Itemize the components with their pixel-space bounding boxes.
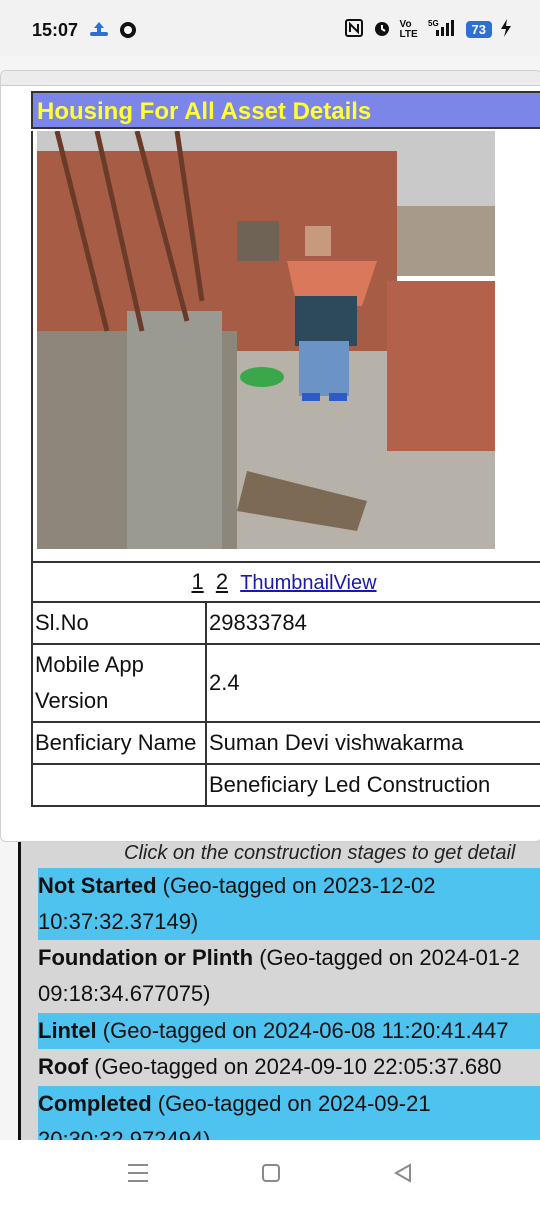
stage-detail: (Geo-tagged on 2023-12-02 [156,873,436,898]
battery-indicator: 73 [465,21,492,38]
row-value: 29833784 [205,601,540,645]
svg-text:5G: 5G [428,19,439,28]
construction-site-photo[interactable] [37,131,495,549]
row-value: Suman Devi vishwakarma [205,721,540,765]
table-row: Benficiary Name Suman Devi vishwakarma [31,721,540,765]
row-label: Benficiary Name [31,721,207,765]
stage-not-started[interactable]: Not Started (Geo-tagged on 2023-12-02 10… [38,868,540,940]
row-label: Mobile App Version [31,643,207,723]
thumbnail-view-link[interactable]: ThumbnailView [240,572,376,594]
stage-detail: (Geo-tagged on 2024-09-21 [151,1091,431,1116]
page-link-1[interactable]: 1 [191,569,203,594]
panel-title: Housing For All Asset Details [31,91,540,129]
photo-frame [31,131,540,561]
status-time: 15:07 [32,20,79,40]
page-edge [18,835,21,1140]
table-row: Beneficiary Led Construction [31,763,540,807]
volte-icon: Vo LTE [399,18,418,40]
status-bar: 15:07 Vo LTE 5G 73 [0,0,540,56]
stage-detail: (Geo-tagged on 2024-06-08 11:20:41.447 [96,1018,509,1043]
recents-icon[interactable] [126,1162,150,1191]
details-table: 1 2 ThumbnailView Sl.No 29833784 Mobile … [31,561,540,807]
row-value: 2.4 [205,643,540,723]
stage-name: Roof [38,1054,89,1079]
row-label [31,763,207,807]
stage-name: Not Started [38,873,157,898]
popup-header-bar [1,71,540,86]
stage-completed[interactable]: Completed (Geo-tagged on 2024-09-21 20:3… [38,1086,540,1140]
stage-lintel[interactable]: Lintel (Geo-tagged on 2024-06-08 11:20:4… [38,1013,540,1049]
5g-signal-icon: 5G [428,18,458,41]
stage-detail-cont: 10:37:32.37149) [38,909,199,934]
stage-name: Lintel [38,1018,97,1043]
asset-details-popup: Housing For All Asset Details 1 2 Thumbn… [0,70,540,842]
whatsapp-icon [118,20,138,45]
stage-name: Completed [38,1091,152,1116]
row-value: Beneficiary Led Construction [205,763,540,807]
table-row: Mobile App Version 2.4 [31,643,540,723]
cloud-upload-icon [88,20,110,45]
pager-row: 1 2 ThumbnailView [31,561,540,603]
pager-cell: 1 2 ThumbnailView [31,561,540,603]
stage-name: Foundation or Plinth [38,945,254,970]
home-icon[interactable] [260,1162,282,1191]
stage-detail: (Geo-tagged on 2024-09-10 22:05:37.680 [88,1054,502,1079]
stages-hint: Click on the construction stages to get … [124,842,516,864]
alarm-icon [372,18,392,41]
bolt-icon [500,19,512,40]
stage-detail-cont: 20:30:32.972494) [38,1127,211,1140]
row-label: Sl.No [31,601,207,645]
page-link-2[interactable]: 2 [216,569,228,594]
stage-detail: (Geo-tagged on 2024-01-2 [253,945,520,970]
table-row: Sl.No 29833784 [31,601,540,645]
stage-foundation[interactable]: Foundation or Plinth (Geo-tagged on 2024… [38,940,540,1012]
nfc-icon [344,18,364,41]
back-icon[interactable] [392,1162,414,1191]
stage-detail-cont: 09:18:34.677075) [38,981,211,1006]
stage-roof[interactable]: Roof (Geo-tagged on 2024-09-10 22:05:37.… [38,1049,540,1085]
navigation-bar [0,1140,540,1206]
